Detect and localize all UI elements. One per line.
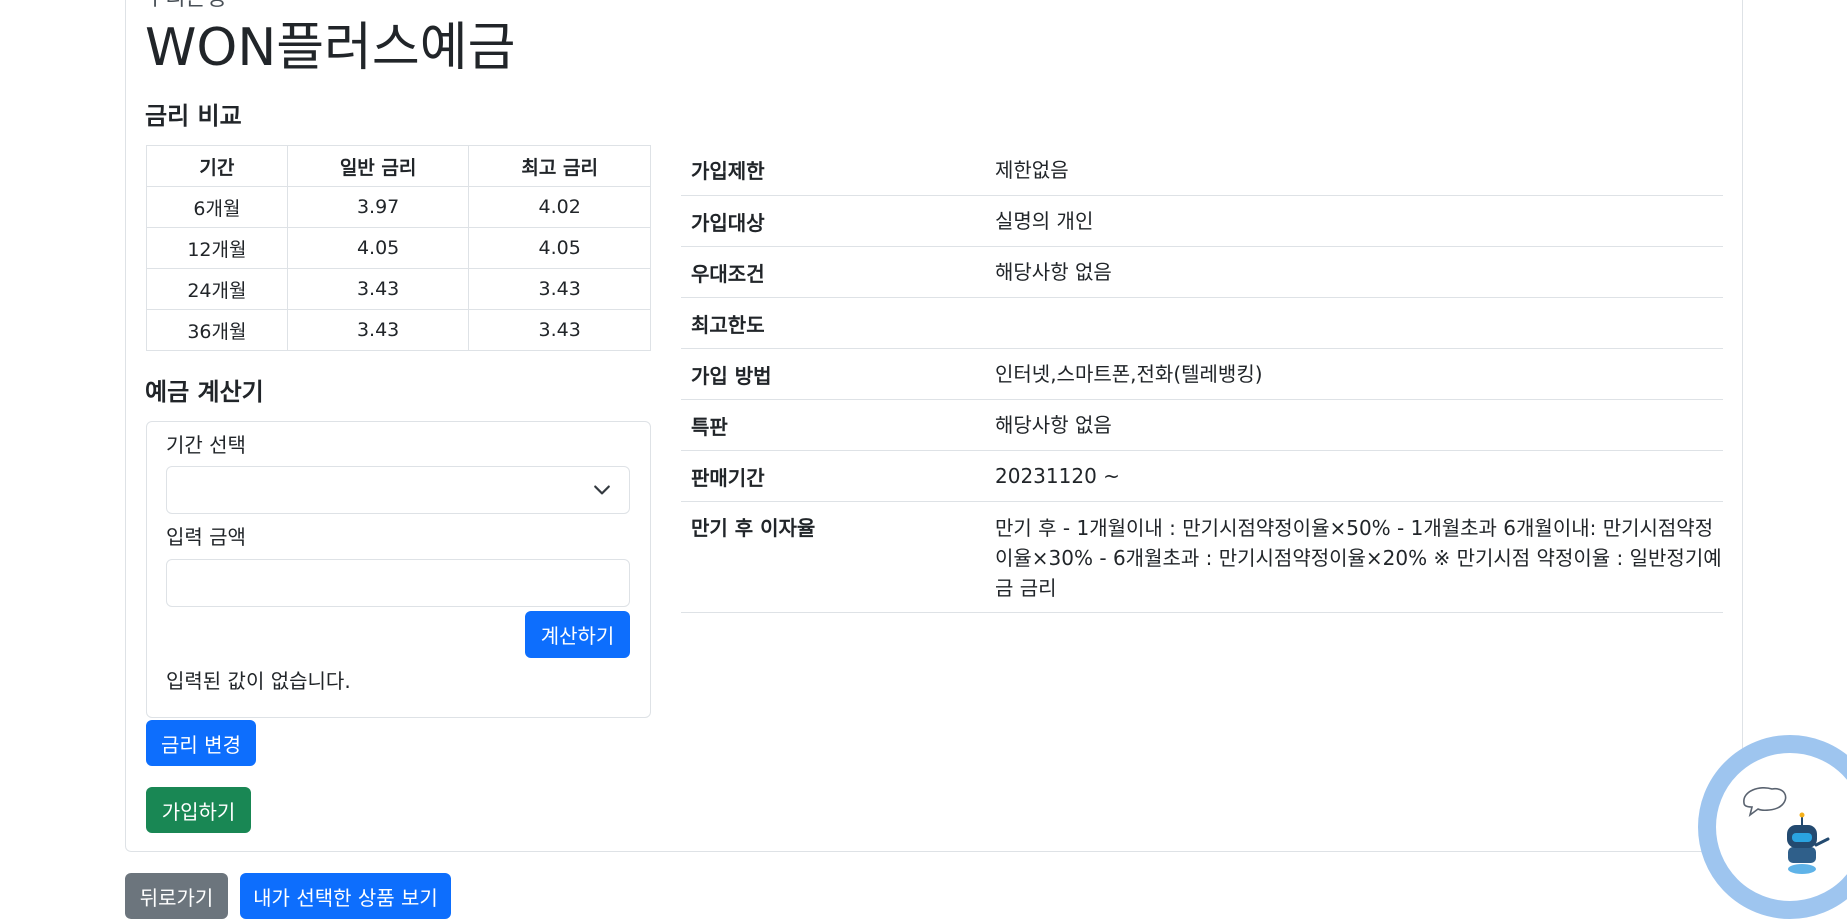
calculator-heading: 예금 계산기: [145, 378, 264, 406]
table-row: 12개월 4.05 4.05: [146, 227, 651, 269]
detail-key: 우대조건: [691, 261, 765, 286]
cell-base-rate: 3.43: [286, 268, 470, 310]
join-button[interactable]: 가입하기: [146, 787, 251, 833]
cell-period: 6개월: [146, 186, 288, 228]
cell-base-rate: 3.43: [286, 309, 470, 351]
detail-value: 해당사항 없음: [995, 413, 1112, 437]
amount-input[interactable]: [166, 559, 630, 607]
detail-row-target: 가입대상 실명의 개인: [681, 196, 1723, 247]
cell-period: 12개월: [146, 227, 288, 269]
rate-compare-heading: 금리 비교: [145, 102, 242, 130]
rate-table: 기간 일반 금리 최고 금리 6개월 3.97 4.02 12개월 4.05 4…: [146, 145, 651, 351]
detail-value: 인터넷,스마트폰,전화(텔레뱅킹): [995, 362, 1263, 386]
calculate-button[interactable]: 계산하기: [525, 611, 630, 658]
table-row: 36개월 3.43 3.43: [146, 309, 651, 351]
cell-period: 24개월: [146, 268, 288, 310]
change-rate-button[interactable]: 금리 변경: [146, 720, 256, 766]
col-header-base-rate: 일반 금리: [286, 145, 470, 187]
detail-value: 만기 후 - 1개월이내 : 만기시점약정이율×50% - 1개월초과 6개월이…: [995, 516, 1722, 600]
product-title: WON플러스예금: [145, 18, 516, 78]
cell-base-rate: 4.05: [286, 227, 470, 269]
detail-row-sale-period: 판매기간 20231120 ~: [681, 451, 1723, 502]
table-row: 24개월 3.43 3.43: [146, 268, 651, 310]
back-button[interactable]: 뒤로가기: [125, 873, 228, 919]
period-select[interactable]: [166, 466, 630, 514]
detail-value: 20231120 ~: [995, 464, 1120, 488]
detail-value: 실명의 개인: [995, 209, 1094, 233]
cell-max-rate: 4.02: [468, 186, 651, 228]
amount-input-label: 입력 금액: [166, 525, 246, 549]
my-products-button[interactable]: 내가 선택한 상품 보기: [240, 873, 451, 919]
detail-row-preference: 우대조건 해당사항 없음: [681, 247, 1723, 298]
detail-row-special: 특판 해당사항 없음: [681, 400, 1723, 451]
period-select-label: 기간 선택: [166, 433, 246, 457]
product-details: 가입제한 제한없음 가입대상 실명의 개인 우대조건 해당사항 없음 최고한도 …: [681, 144, 1723, 613]
cell-period: 36개월: [146, 309, 288, 351]
detail-value: 해당사항 없음: [995, 260, 1112, 284]
chevron-down-icon: [594, 485, 610, 495]
col-header-max-rate: 최고 금리: [468, 145, 651, 187]
detail-value: 제한없음: [995, 157, 1069, 182]
detail-row-join-method: 가입 방법 인터넷,스마트폰,전화(텔레뱅킹): [681, 349, 1723, 400]
cell-max-rate: 3.43: [468, 268, 651, 310]
cell-max-rate: 3.43: [468, 309, 651, 351]
detail-key: 특판: [691, 414, 728, 439]
detail-row-max-limit: 최고한도: [681, 298, 1723, 349]
bank-label: 우리은행: [145, 0, 226, 12]
detail-row-join-limit: 가입제한 제한없음: [681, 144, 1723, 196]
calculation-result: 입력된 값이 없습니다.: [166, 669, 351, 693]
detail-key: 가입제한: [691, 159, 765, 183]
cell-max-rate: 4.05: [468, 227, 651, 269]
chatbot-robot-icon: [1743, 787, 1830, 874]
col-header-period: 기간: [146, 145, 288, 187]
detail-key: 판매기간: [691, 465, 765, 490]
table-row: 6개월 3.97 4.02: [146, 186, 651, 228]
detail-key: 만기 후 이자율: [691, 516, 816, 540]
detail-key: 최고한도: [691, 312, 765, 337]
chatbot-button[interactable]: [1698, 735, 1847, 919]
detail-key: 가입 방법: [691, 363, 772, 388]
cell-base-rate: 3.97: [286, 186, 470, 228]
detail-row-maturity-rate: 만기 후 이자율 만기 후 - 1개월이내 : 만기시점약정이율×50% - 1…: [681, 502, 1723, 613]
detail-key: 가입대상: [691, 210, 765, 235]
